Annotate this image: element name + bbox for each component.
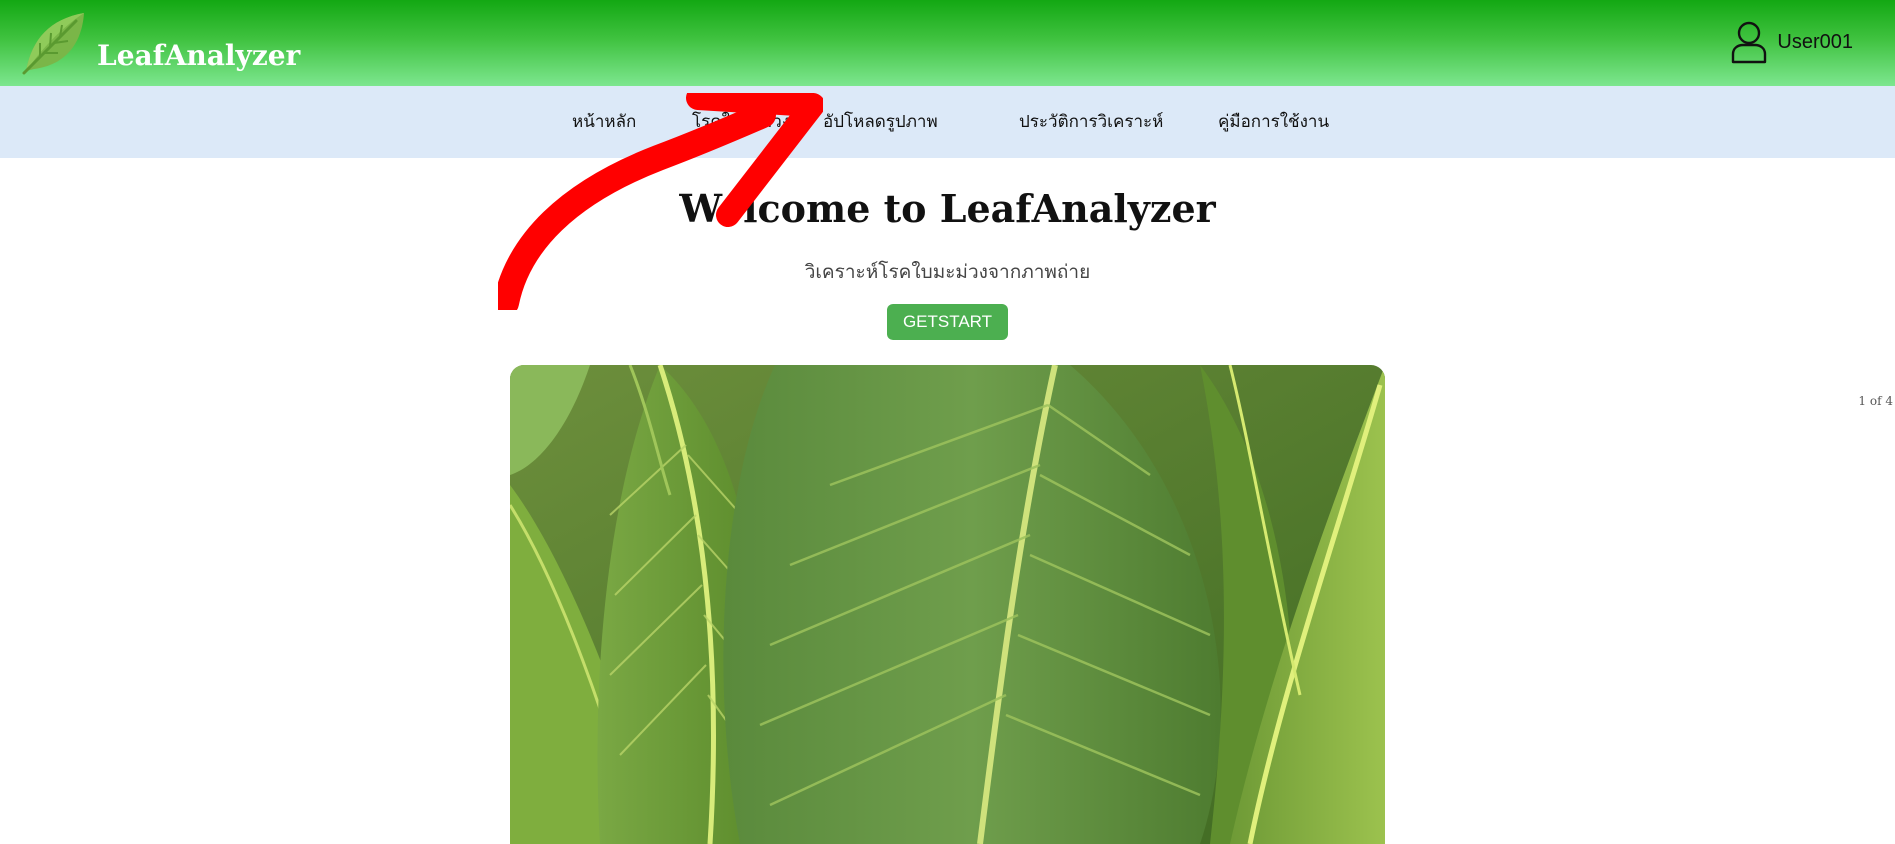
mango-leaves-photo [510, 365, 1385, 844]
main-nav: หน้าหลัก โรคใบมะม่วง อัปโหลดรูปภาพ ประวั… [0, 86, 1895, 158]
nav-analysis-history[interactable]: ประวัติการวิเคราะห์ [1019, 110, 1163, 134]
user-menu[interactable]: User001 [1729, 20, 1853, 64]
get-start-button[interactable]: GETSTART [887, 304, 1008, 340]
brand-name[interactable]: LeafAnalyzer [97, 36, 300, 76]
page-subtitle: วิเคราะห์โรคใบมะม่วงจากภาพถ่าย [804, 261, 1091, 283]
user-name[interactable]: User001 [1777, 31, 1853, 54]
user-icon[interactable] [1729, 20, 1769, 64]
nav-upload-image[interactable]: อัปโหลดรูปภาพ [823, 110, 938, 134]
hero-slide-image [510, 365, 1385, 844]
nav-user-guide[interactable]: คู่มือการใช้งาน [1218, 110, 1329, 134]
nav-home[interactable]: หน้าหลัก [572, 110, 636, 134]
slide-counter: 1 of 4 [1858, 394, 1893, 408]
page-title: Welcome to LeafAnalyzer [679, 186, 1216, 231]
leaf-logo-icon[interactable] [20, 9, 88, 77]
nav-leaf-diseases[interactable]: โรคใบมะม่วง [692, 110, 790, 134]
top-header: LeafAnalyzer User001 [0, 0, 1895, 86]
